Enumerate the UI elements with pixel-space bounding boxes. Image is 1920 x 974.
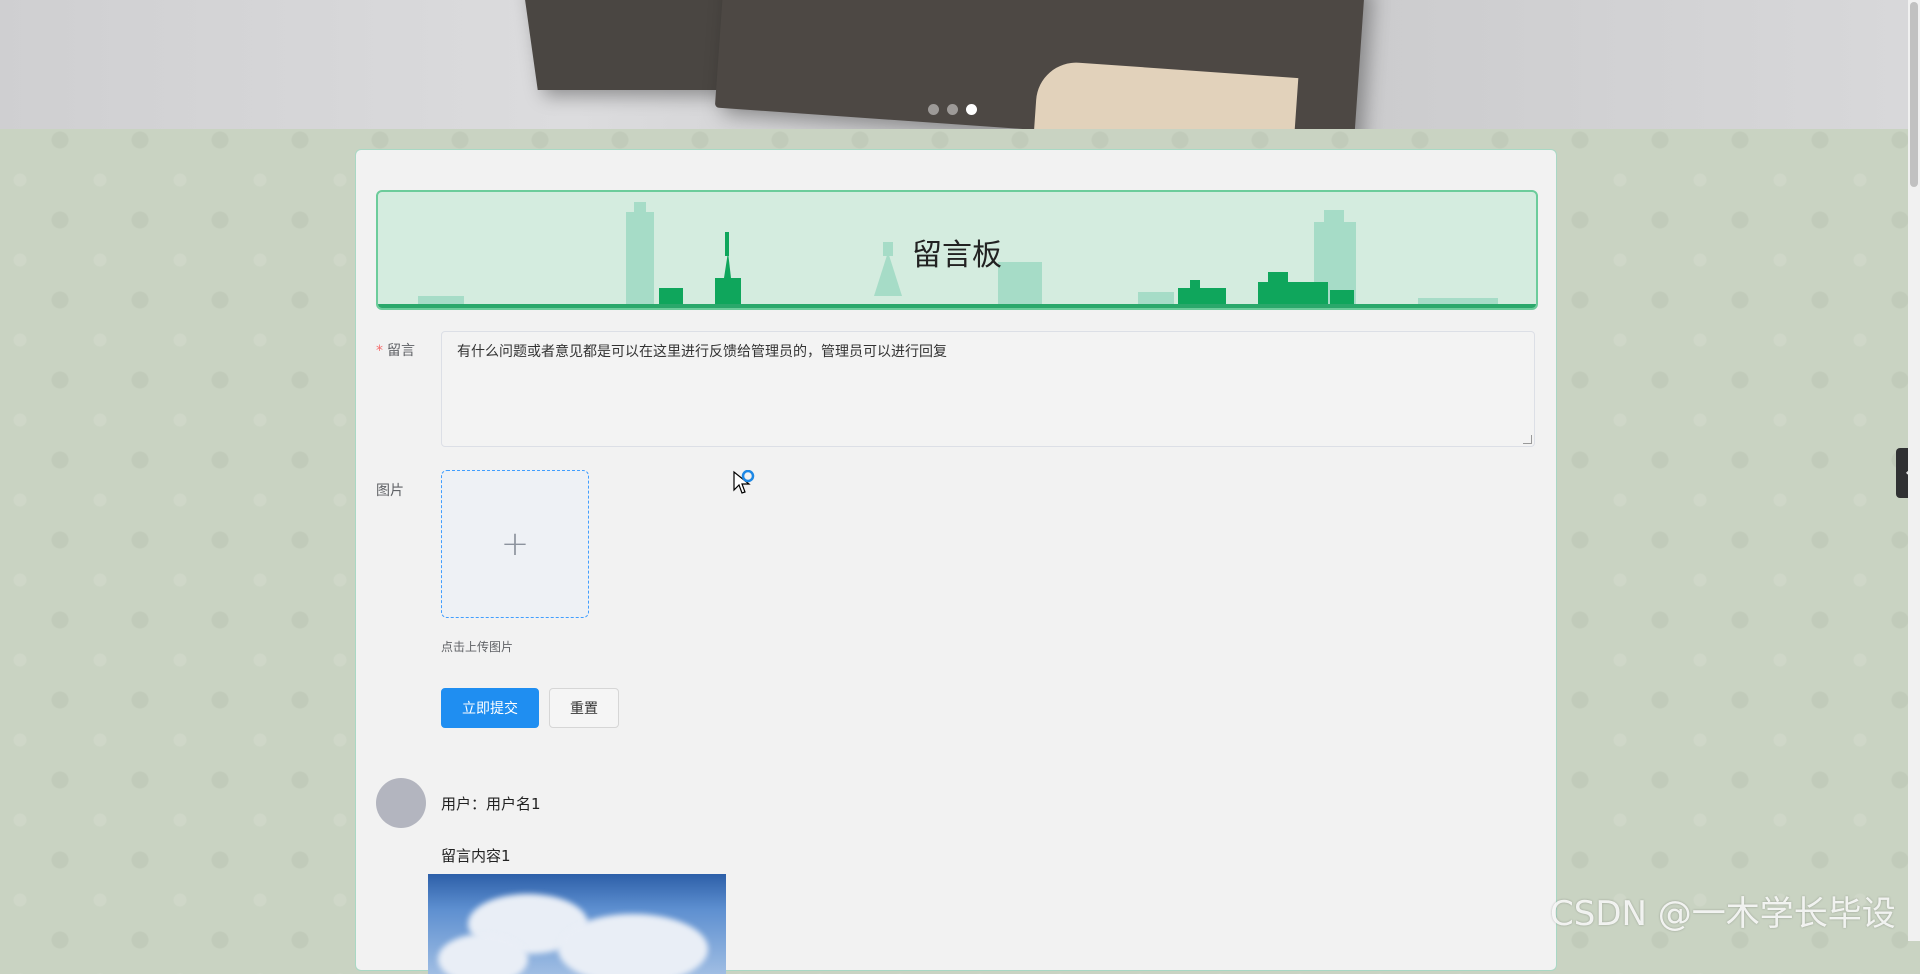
reset-button[interactable]: 重置 — [549, 688, 619, 728]
message-label: * 留言 — [376, 343, 415, 359]
submit-button[interactable]: 立即提交 — [441, 688, 539, 728]
message-board-header: 留言板 — [376, 190, 1538, 310]
message-image — [428, 874, 726, 974]
plus-icon: + — [500, 524, 530, 564]
upload-tip: 点击上传图片 — [441, 640, 514, 654]
message-content: 留言内容1 — [441, 847, 511, 865]
carousel-banner — [0, 0, 1908, 129]
mouse-pointer-icon — [733, 470, 755, 494]
resize-handle[interactable] — [1523, 435, 1532, 444]
carousel-dot-2[interactable] — [947, 104, 958, 115]
image-upload[interactable]: + — [441, 470, 589, 618]
page-scrollbar[interactable] — [1908, 0, 1920, 941]
message-board-card: 留言板 * 留言 有什么问题或者意见都是可以在这里进行反馈给管理员的，管理员可以进… — [355, 149, 1557, 974]
image-label: 图片 — [376, 483, 404, 499]
carousel-indicators — [928, 104, 977, 115]
carousel-dot-3[interactable] — [966, 104, 977, 115]
message-user: 用户：用户名1 — [441, 795, 541, 813]
avatar — [376, 778, 426, 828]
carousel-dot-1[interactable] — [928, 104, 939, 115]
message-textarea[interactable]: 有什么问题或者意见都是可以在这里进行反馈给管理员的，管理员可以进行回复 — [441, 331, 1535, 447]
watermark-text: CSDN @一木学长毕设 — [1550, 894, 1896, 934]
book-cover-image — [714, 0, 1366, 129]
page-title: 留言板 — [912, 238, 1002, 273]
scrollbar-thumb[interactable] — [1910, 2, 1918, 187]
